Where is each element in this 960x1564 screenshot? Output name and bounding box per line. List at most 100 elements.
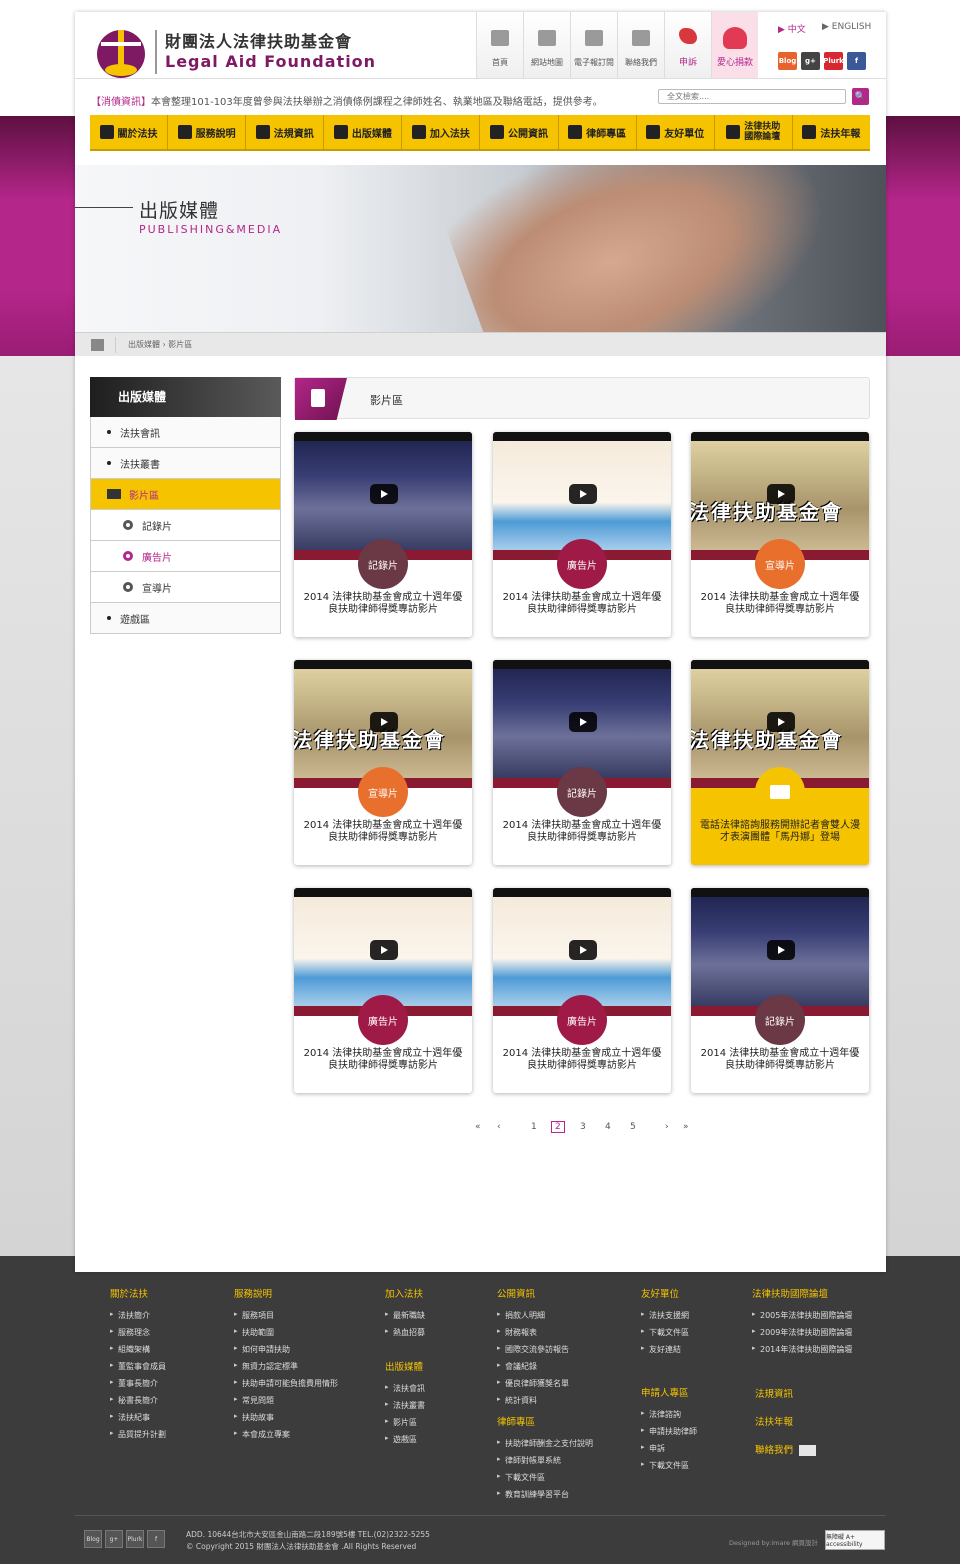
mainnav-forum[interactable]: 法律扶助 國際論壇	[715, 115, 793, 149]
video-title[interactable]: 2014 法律扶助基金會成立十週年優良扶助律師得獎專訪影片	[300, 820, 466, 844]
footer-link[interactable]: 董事長簡介	[110, 1378, 166, 1389]
footer-link[interactable]: 服務項目	[234, 1310, 338, 1321]
footer-link[interactable]: 捐款人明細	[497, 1310, 569, 1321]
lang-en-link[interactable]: ▶ ENGLISH	[822, 22, 871, 32]
mainnav-join[interactable]: 加入法扶	[402, 115, 481, 149]
mainnav-partners[interactable]: 友好單位	[637, 115, 715, 149]
footer-link[interactable]: 法扶支援網	[641, 1310, 689, 1321]
footer-link[interactable]: 申訴	[641, 1443, 697, 1454]
topnav-sitemap[interactable]: 網站地圖	[523, 12, 570, 78]
topnav-contact[interactable]: 聯絡我們	[617, 12, 664, 78]
footer-link[interactable]: 扶助故事	[234, 1412, 338, 1423]
footer-link[interactable]: 秘書長簡介	[110, 1395, 166, 1406]
video-card[interactable]: 廣告片 2014 法律扶助基金會成立十週年優良扶助律師得獎專訪影片	[493, 432, 671, 637]
footer-link-law[interactable]: 法規資訊	[755, 1386, 816, 1400]
video-card[interactable]: 法律扶助基金會 宣導片 2014 法律扶助基金會成立十週年優良扶助律師得獎專訪影片	[294, 660, 472, 865]
footer-link[interactable]: 財務報表	[497, 1327, 569, 1338]
sidebar-subitem-ads[interactable]: 廣告片	[90, 541, 281, 572]
video-card[interactable]: 廣告片 2014 法律扶助基金會成立十週年優良扶助律師得獎專訪影片	[294, 888, 472, 1093]
first-page-button[interactable]: «	[475, 1122, 481, 1132]
video-title[interactable]: 2014 法律扶助基金會成立十週年優良扶助律師得獎專訪影片	[300, 592, 466, 616]
search-input[interactable]	[658, 89, 846, 104]
mainnav-lawyers[interactable]: 律師專區	[559, 115, 637, 149]
footer-link[interactable]: 2009年法律扶助國際論壇	[752, 1327, 852, 1338]
last-page-button[interactable]: »	[683, 1122, 689, 1132]
google-plus-icon[interactable]: g+	[801, 52, 820, 70]
mainnav-publishing[interactable]: 出版媒體	[324, 115, 403, 149]
video-card[interactable]: 法律扶助基金會 電話法律諮詢服務開辦記者會雙人漫才表演團體「馬丹娜」登場	[691, 660, 869, 865]
mainnav-services[interactable]: 服務說明	[168, 115, 247, 149]
sidebar-item-videos[interactable]: 影片區	[90, 479, 281, 510]
search-button[interactable]: 🔍	[852, 88, 869, 105]
accessibility-badge[interactable]: 無障礙 A+ accessibility	[825, 1530, 885, 1550]
video-title[interactable]: 2014 法律扶助基金會成立十週年優良扶助律師得獎專訪影片	[697, 592, 863, 616]
topnav-complaint[interactable]: 申訴	[664, 12, 711, 78]
sidebar-subitem-documentary[interactable]: 記錄片	[90, 510, 281, 541]
play-icon[interactable]	[569, 484, 597, 504]
play-icon[interactable]	[569, 940, 597, 960]
topnav-home[interactable]: 首頁	[476, 12, 523, 78]
footer-link[interactable]: 下載文件區	[641, 1327, 689, 1338]
play-icon[interactable]	[370, 712, 398, 732]
google-plus-icon[interactable]: g+	[105, 1530, 123, 1548]
footer-col-title[interactable]: 服務說明	[234, 1286, 338, 1300]
facebook-icon[interactable]: f	[847, 52, 866, 70]
footer-link[interactable]: 友好連結	[641, 1344, 689, 1355]
footer-link[interactable]: 本會成立專案	[234, 1429, 338, 1440]
footer-link[interactable]: 服務理念	[110, 1327, 166, 1338]
footer-col-title[interactable]: 關於法扶	[110, 1286, 166, 1300]
footer-link[interactable]: 2005年法律扶助國際論壇	[752, 1310, 852, 1321]
prev-page-button[interactable]: ‹	[497, 1122, 501, 1132]
footer-link[interactable]: 申請扶助律師	[641, 1426, 697, 1437]
site-logo[interactable]: 財團法人法律扶助基金會 Legal Aid Foundation	[95, 24, 375, 80]
footer-col-title[interactable]: 律師專區	[497, 1414, 593, 1428]
footer-col-title[interactable]: 法律扶助國際論壇	[752, 1286, 852, 1300]
video-title[interactable]: 2014 法律扶助基金會成立十週年優良扶助律師得獎專訪影片	[499, 820, 665, 844]
footer-link[interactable]: 法扶簡介	[110, 1310, 166, 1321]
footer-link[interactable]: 下載文件區	[497, 1472, 593, 1483]
plurk-icon[interactable]: Plurk	[126, 1530, 144, 1548]
announcement[interactable]: 【消債資訊】本會整理101-103年度曾參與法扶舉辦之消債條例課程之律師姓名、執…	[91, 93, 603, 108]
mainnav-regulations[interactable]: 法規資訊	[246, 115, 325, 149]
page-link[interactable]: 4	[605, 1122, 611, 1132]
footer-link[interactable]: 如何申請扶助	[234, 1344, 338, 1355]
video-title[interactable]: 2014 法律扶助基金會成立十週年優良扶助律師得獎專訪影片	[697, 1048, 863, 1072]
footer-link[interactable]: 統計資料	[497, 1395, 569, 1406]
footer-link[interactable]: 常見問題	[234, 1395, 338, 1406]
video-title[interactable]: 電話法律諮詢服務開辦記者會雙人漫才表演團體「馬丹娜」登場	[697, 820, 863, 844]
footer-link[interactable]: 最新職缺	[385, 1310, 425, 1321]
video-card[interactable]: 廣告片 2014 法律扶助基金會成立十週年優良扶助律師得獎專訪影片	[493, 888, 671, 1093]
next-page-button[interactable]: ›	[665, 1122, 669, 1132]
footer-col-title[interactable]: 出版媒體	[385, 1359, 425, 1373]
play-icon[interactable]	[370, 484, 398, 504]
plurk-icon[interactable]: Plurk	[823, 52, 844, 70]
mainnav-annual-report[interactable]: 法扶年報	[793, 115, 870, 149]
footer-link[interactable]: 法扶紀事	[110, 1412, 166, 1423]
video-card[interactable]: 記錄片 2014 法律扶助基金會成立十週年優良扶助律師得獎專訪影片	[493, 660, 671, 865]
play-icon[interactable]	[569, 712, 597, 732]
footer-link-contact[interactable]: 聯絡我們	[755, 1442, 817, 1456]
footer-col-title[interactable]: 公開資訊	[497, 1286, 569, 1300]
sidebar-item-newsletter[interactable]: 法扶會訊	[90, 417, 281, 448]
video-card[interactable]: 記錄片 2014 法律扶助基金會成立十週年優良扶助律師得獎專訪影片	[691, 888, 869, 1093]
play-icon[interactable]	[767, 484, 795, 504]
video-title[interactable]: 2014 法律扶助基金會成立十週年優良扶助律師得獎專訪影片	[499, 1048, 665, 1072]
lang-zh-link[interactable]: ▶ 中文	[778, 22, 806, 35]
footer-link[interactable]: 扶助申請可能負擔費用情形	[234, 1378, 338, 1389]
video-title[interactable]: 2014 法律扶助基金會成立十週年優良扶助律師得獎專訪影片	[300, 1048, 466, 1072]
footer-link[interactable]: 董監事會成員	[110, 1361, 166, 1372]
footer-link[interactable]: 扶助範圍	[234, 1327, 338, 1338]
play-icon[interactable]	[767, 940, 795, 960]
topnav-donate[interactable]: 愛心捐款	[711, 12, 758, 78]
home-icon[interactable]	[91, 339, 104, 351]
sidebar-subitem-promo[interactable]: 宣導片	[90, 572, 281, 603]
footer-link[interactable]: 優良律師獲獎名單	[497, 1378, 569, 1389]
sidebar-item-books[interactable]: 法扶叢書	[90, 448, 281, 479]
footer-link[interactable]: 下載文件區	[641, 1460, 697, 1471]
page-link[interactable]: 5	[630, 1122, 636, 1132]
footer-link[interactable]: 品質提升計劃	[110, 1429, 166, 1440]
footer-link-report[interactable]: 法扶年報	[755, 1414, 816, 1428]
mainnav-public-info[interactable]: 公開資訊	[480, 115, 559, 149]
page-link[interactable]: 1	[531, 1122, 537, 1132]
topnav-newsletter[interactable]: 電子報訂閱	[570, 12, 617, 78]
